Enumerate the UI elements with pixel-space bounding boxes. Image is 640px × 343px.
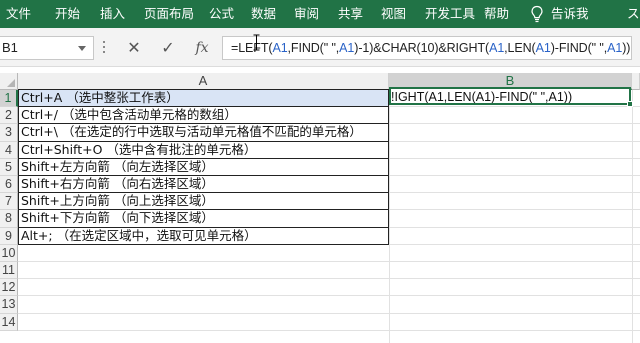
fill-handle[interactable] [627,101,633,107]
formula-segment: T( [260,41,273,55]
tab-data[interactable]: 数据 [251,0,276,28]
row-header-12[interactable]: 12 [0,279,18,297]
cell-a6[interactable]: Shift+右方向箭 （向右选择区域） [18,176,389,194]
insert-function-icon[interactable]: fx [189,36,215,60]
chevron-down-icon[interactable] [78,46,86,51]
gridline-row [18,295,640,297]
formula-segment: =LE [231,41,254,55]
tab-developer[interactable]: 开发工具 [425,0,475,28]
gridline-row [18,261,640,262]
column-header-a[interactable]: A [18,73,389,90]
gridline-row [18,312,640,314]
tab-review[interactable]: 审阅 [294,0,319,28]
row-header-13[interactable]: 13 [0,296,18,314]
cell-a8[interactable]: Shift+下方向箭 （向下选择区域） [18,210,389,228]
cell-a7[interactable]: Shift+上方向箭 （向上选择区域） [18,193,389,211]
cancel-icon[interactable]: ✕ [121,36,147,60]
formula-segment: ,FIND(" ", [287,41,340,55]
row-header-11[interactable]: 11 [0,262,18,280]
formula-segment: )) [622,41,631,55]
row-header-8[interactable]: 8 [0,210,18,228]
name-box-value: B1 [2,40,18,55]
column-header-c[interactable] [632,73,640,90]
cell-a1[interactable]: Ctrl+A （选中整张工作表） [18,89,389,108]
row-header-10[interactable]: 10 [0,244,18,262]
formula-cell-reference: A1 [607,41,623,55]
gridline-row [18,329,640,331]
tell-me-search[interactable]: 告诉我 [551,0,589,28]
row-header-14[interactable]: 14 [0,313,18,331]
row-header-7[interactable]: 7 [0,193,18,211]
cell-a2[interactable]: Ctrl+/ （选中包含活动单元格的数组） [18,107,389,125]
row-header-9[interactable]: 9 [0,227,18,245]
row-header-5[interactable]: 5 [0,158,18,176]
tab-help[interactable]: 帮助 [484,0,509,28]
active-cell-text: !IGHT(A1,LEN(A1)-FIND(" ",A1)) [391,90,573,104]
formula-cell-reference: A1 [489,41,505,55]
ribbon-tab-bar: 文件 开始 插入 页面布局 公式 数据 审阅 共享 视图 开发工具 帮助 告诉我… [0,0,640,28]
tab-insert[interactable]: 插入 [100,0,125,28]
formula-segment: )-FIND(" ", [550,41,608,55]
formula-segment: )-1)&CHAR(10)&RIGHT( [354,41,490,55]
row-header-3[interactable]: 3 [0,124,18,142]
tab-page-layout[interactable]: 页面布局 [144,0,194,28]
share-button-cut[interactable]: ス [627,0,640,28]
active-cell-b1-editor[interactable]: !IGHT(A1,LEN(A1)-FIND(" ",A1)) [389,87,631,105]
tab-view[interactable]: 视图 [381,0,406,28]
drag-handle-icon[interactable] [102,41,106,55]
cell-a9[interactable]: Alt+; （在选定区域中，选取可见单元格） [18,227,389,245]
select-all-corner[interactable] [0,73,18,90]
name-box[interactable]: B1 [0,36,94,60]
row-header-1[interactable]: 1 [0,90,18,108]
formula-cell-reference: A1 [272,41,288,55]
cell-a5[interactable]: Shift+左方向箭 （向左选择区域） [18,158,389,176]
lightbulb-icon [531,5,543,23]
cell-a3[interactable]: Ctrl+\ （在选定的行中选取与活动单元格值不匹配的单元格） [18,124,389,142]
cell-a4[interactable]: Ctrl+Shift+O （选中含有批注的单元格） [18,141,389,159]
tab-home[interactable]: 开始 [55,0,80,28]
tab-file[interactable]: 文件 [6,0,31,28]
gridline-column [632,90,633,343]
select-all-triangle-icon [7,79,15,87]
row-header-6[interactable]: 6 [0,176,18,194]
row-header-2[interactable]: 2 [0,107,18,125]
formula-input[interactable]: =LEFT(A1,FIND(" ",A1)-1)&CHAR(10)&RIGHT(… [222,36,632,60]
formula-cell-reference: A1 [339,41,355,55]
formula-cell-reference: A1 [535,41,551,55]
formula-text: =LEFT(A1,FIND(" ",A1)-1)&CHAR(10)&RIGHT(… [231,41,630,55]
ibeam-cursor-icon [253,34,260,51]
formula-bar: B1 ✕ ✓ fx =LEFT(A1,FIND(" ",A1)-1)&CHAR(… [0,28,640,67]
enter-check-icon[interactable]: ✓ [155,36,181,60]
tab-share[interactable]: 共享 [338,0,363,28]
gridline-row [18,278,640,280]
gridline-column [389,90,390,343]
row-header-4[interactable]: 4 [0,141,18,159]
tab-formulas[interactable]: 公式 [209,0,234,28]
formula-segment: ,LEN( [504,41,536,55]
